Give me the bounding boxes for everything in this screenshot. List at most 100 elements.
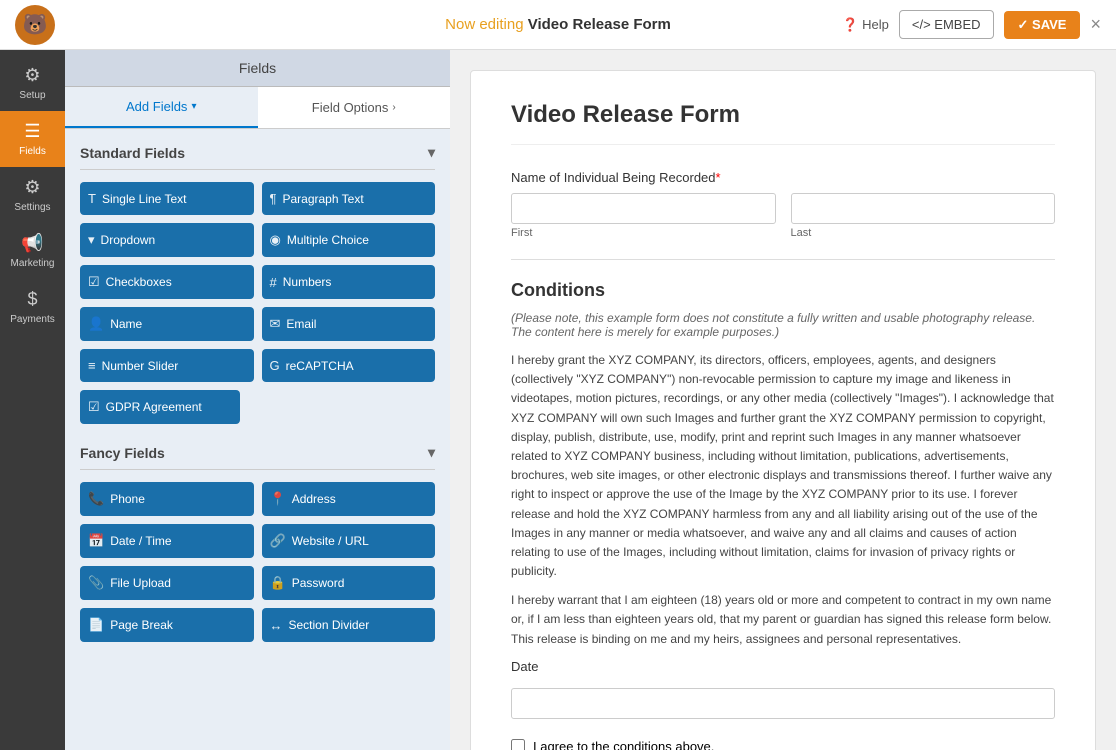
conditions-note: (Please note, this example form does not… (511, 311, 1055, 339)
sidebar-item-settings[interactable]: ⚙ Settings (0, 167, 65, 223)
field-btn-name[interactable]: 👤 Name (80, 307, 254, 341)
name-fields-row: First Last (511, 193, 1055, 239)
sidebar-item-setup[interactable]: ⚙ Setup (0, 55, 65, 111)
link-icon: 🔗 (270, 533, 286, 549)
logo: 🐻 (15, 5, 55, 45)
embed-button[interactable]: </> EMBED (899, 10, 994, 39)
fancy-fields-section: Fancy Fields ▾ 📞 Phone 📍 Address 📅 Date … (80, 444, 435, 642)
fields-content: Standard Fields ▾ T Single Line Text ¶ P… (65, 129, 450, 750)
collapse-icon[interactable]: ▾ (428, 144, 435, 161)
field-label: Numbers (283, 275, 332, 289)
gdpr-icon: ☑ (88, 399, 100, 415)
field-btn-password[interactable]: 🔒 Password (262, 566, 436, 600)
payments-icon: $ (27, 289, 37, 310)
sidebar-label-fields: Fields (19, 146, 46, 157)
form-preview: Video Release Form Name of Individual Be… (470, 70, 1096, 750)
date-label: Date (511, 659, 1055, 674)
last-name-field: Last (791, 193, 1056, 239)
field-label: Multiple Choice (287, 233, 369, 247)
conditions-text-2: I hereby warrant that I am eighteen (18)… (511, 591, 1055, 649)
field-btn-address[interactable]: 📍 Address (262, 482, 436, 516)
dropdown-icon: ▾ (88, 232, 95, 248)
field-btn-multiple-choice[interactable]: ◉ Multiple Choice (262, 223, 436, 257)
field-label: Checkboxes (106, 275, 172, 289)
calendar-icon: 📅 (88, 533, 104, 549)
field-btn-email[interactable]: ✉ Email (262, 307, 436, 341)
slider-icon: ≡ (88, 358, 96, 373)
name-field-group: Name of Individual Being Recorded* First… (511, 170, 1055, 239)
field-btn-dropdown[interactable]: ▾ Dropdown (80, 223, 254, 257)
first-label: First (511, 227, 776, 239)
field-label: Password (292, 576, 345, 590)
field-btn-paragraph-text[interactable]: ¶ Paragraph Text (262, 182, 436, 215)
page-break-icon: 📄 (88, 617, 104, 633)
field-label: Phone (110, 492, 145, 506)
first-name-input[interactable] (511, 193, 776, 224)
field-btn-gdpr[interactable]: ☑ GDPR Agreement (80, 390, 240, 424)
fancy-fields-grid: 📞 Phone 📍 Address 📅 Date / Time 🔗 Websit… (80, 482, 435, 642)
sidebar-label-setup: Setup (19, 90, 45, 101)
fancy-fields-header: Fancy Fields ▾ (80, 444, 435, 470)
sidebar-item-fields[interactable]: ☰ Fields (0, 111, 65, 167)
field-label: Page Break (110, 618, 173, 632)
field-btn-phone[interactable]: 📞 Phone (80, 482, 254, 516)
sidebar: ⚙ Setup ☰ Fields ⚙ Settings 📢 Marketing … (0, 50, 65, 750)
name-field-label: Name of Individual Being Recorded* (511, 170, 1055, 185)
field-label: Date / Time (110, 534, 171, 548)
field-btn-file-upload[interactable]: 📎 File Upload (80, 566, 254, 600)
date-field-group: Date (511, 659, 1055, 719)
editing-text: Now editing Video Release Form (445, 16, 671, 33)
help-button[interactable]: ❓ Help (842, 17, 889, 33)
lock-icon: 🔒 (270, 575, 286, 591)
field-label: Paragraph Text (282, 192, 363, 206)
settings-icon: ⚙ (24, 177, 40, 198)
last-name-input[interactable] (791, 193, 1056, 224)
question-icon: ❓ (842, 17, 858, 33)
fancy-fields-title: Fancy Fields (80, 445, 165, 461)
tab-field-options[interactable]: Field Options › (258, 87, 451, 128)
section-divider (511, 259, 1055, 260)
sidebar-label-payments: Payments (10, 314, 54, 325)
fields-icon: ☰ (24, 121, 40, 142)
fields-title: Fields (65, 50, 450, 87)
field-btn-website[interactable]: 🔗 Website / URL (262, 524, 436, 558)
field-label: Website / URL (292, 534, 369, 548)
field-btn-page-break[interactable]: 📄 Page Break (80, 608, 254, 642)
close-button[interactable]: × (1090, 14, 1101, 35)
hash-icon: # (270, 275, 277, 290)
address-icon: 📍 (270, 491, 286, 507)
sidebar-item-payments[interactable]: $ Payments (0, 279, 65, 335)
field-label: Name (110, 317, 142, 331)
field-btn-checkboxes[interactable]: ☑ Checkboxes (80, 265, 254, 299)
field-label: Address (292, 492, 336, 506)
collapse-icon[interactable]: ▾ (428, 444, 435, 461)
conditions-checkbox[interactable] (511, 739, 525, 750)
field-label: Dropdown (101, 233, 156, 247)
last-label: Last (791, 227, 1056, 239)
field-btn-numbers[interactable]: # Numbers (262, 265, 436, 299)
checkbox-row: I agree to the conditions above. (511, 739, 1055, 750)
form-title: Video Release Form (511, 101, 1055, 145)
sidebar-label-marketing: Marketing (11, 258, 55, 269)
phone-icon: 📞 (88, 491, 104, 507)
field-btn-number-slider[interactable]: ≡ Number Slider (80, 349, 254, 382)
standard-fields-title: Standard Fields (80, 145, 185, 161)
marketing-icon: 📢 (21, 233, 43, 254)
text-icon: T (88, 191, 96, 206)
field-btn-single-line-text[interactable]: T Single Line Text (80, 182, 254, 215)
required-star: * (716, 170, 721, 185)
field-btn-section-divider[interactable]: ↔ Section Divider (262, 608, 436, 642)
field-label: Single Line Text (102, 192, 187, 206)
sidebar-item-marketing[interactable]: 📢 Marketing (0, 223, 65, 279)
field-label: File Upload (110, 576, 171, 590)
date-input[interactable] (511, 688, 1055, 719)
checkbox-icon: ☑ (88, 274, 100, 290)
save-button[interactable]: ✓ SAVE (1004, 11, 1081, 39)
field-btn-datetime[interactable]: 📅 Date / Time (80, 524, 254, 558)
field-btn-recaptcha[interactable]: G reCAPTCHA (262, 349, 436, 382)
recaptcha-icon: G (270, 358, 280, 373)
chevron-down-icon: ▾ (191, 101, 196, 112)
right-actions: ❓ Help </> EMBED ✓ SAVE × (842, 10, 1101, 39)
tab-add-fields[interactable]: Add Fields ▾ (65, 87, 258, 128)
content-area: Video Release Form Name of Individual Be… (450, 50, 1116, 750)
